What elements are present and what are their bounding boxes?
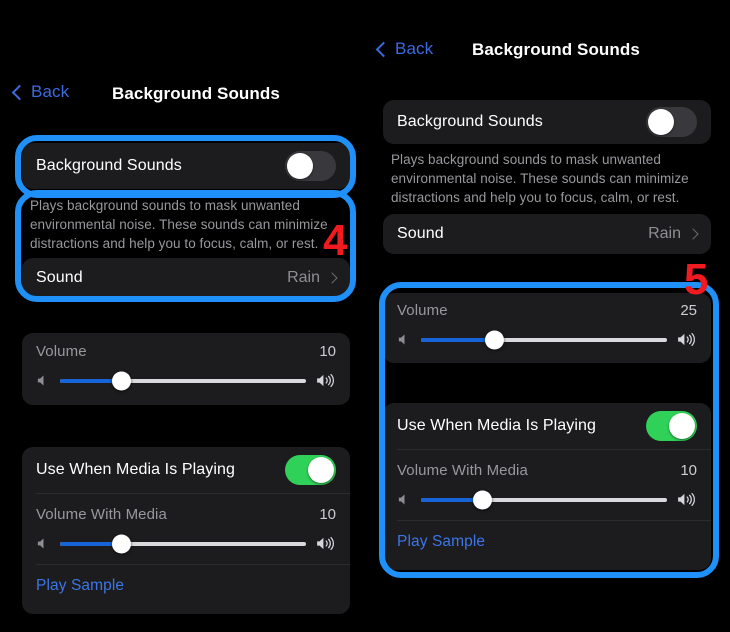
use-when-media-toggle-left[interactable]	[285, 455, 336, 485]
screenshot-panel-right: Back Background Sounds Background Sounds…	[365, 0, 730, 632]
background-sounds-footnote-left: Plays background sounds to mask unwanted…	[30, 198, 328, 251]
use-when-media-row-right[interactable]: Use When Media Is Playing	[383, 403, 711, 449]
sound-card-left: Sound Rain	[22, 258, 350, 298]
volume-with-media-value: 10	[680, 462, 697, 479]
speaker-low-icon	[37, 538, 44, 549]
sound-value: Rain	[287, 269, 320, 286]
speaker-low-icon	[398, 494, 405, 505]
volume-slider-track-left[interactable]	[60, 371, 306, 390]
media-card-right: Use When Media Is Playing Volume With Me…	[383, 403, 711, 570]
volume-header-right: Volume 25	[397, 302, 697, 319]
background-sounds-card-left: Background Sounds	[22, 143, 350, 189]
volume-slider-row-left[interactable]	[36, 371, 336, 390]
use-when-media-toggle-right[interactable]	[646, 411, 697, 441]
slider-thumb[interactable]	[473, 490, 492, 509]
volume-header-left: Volume 10	[36, 343, 336, 360]
sound-value-wrap: Rain	[648, 225, 699, 243]
chevron-left-icon	[375, 41, 392, 57]
background-sounds-label: Background Sounds	[397, 113, 543, 130]
back-button-right[interactable]: Back	[375, 39, 434, 59]
sound-row-right[interactable]: Sound Rain	[383, 214, 711, 254]
page-title-right: Background Sounds	[472, 40, 640, 59]
speaker-high-icon	[678, 492, 695, 507]
use-when-media-label: Use When Media Is Playing	[36, 461, 236, 478]
background-sounds-footnote-right: Plays background sounds to mask unwanted…	[391, 152, 689, 205]
step-marker-5: 5	[684, 255, 709, 304]
use-when-media-label: Use When Media Is Playing	[397, 417, 597, 434]
sound-label: Sound	[397, 225, 444, 242]
speaker-high-icon	[678, 332, 695, 347]
background-sounds-toggle-right[interactable]	[646, 107, 697, 137]
volume-label: Volume	[397, 302, 448, 319]
volume-with-media-slider-row-left[interactable]	[36, 534, 336, 553]
background-sounds-card-right: Background Sounds	[383, 100, 711, 144]
speaker-low-icon	[37, 375, 44, 386]
slider-thumb[interactable]	[112, 534, 131, 553]
step-marker-4: 4	[323, 216, 348, 265]
volume-with-media-header-right: Volume With Media 10	[397, 462, 697, 479]
play-sample-row-right[interactable]: Play Sample	[383, 521, 711, 563]
slider-thumb[interactable]	[112, 371, 131, 390]
background-sounds-row-right[interactable]: Background Sounds	[383, 100, 711, 144]
volume-with-media-slider-track-left[interactable]	[60, 534, 306, 553]
volume-with-media-header-left: Volume With Media 10	[36, 506, 336, 523]
volume-with-media-label: Volume With Media	[36, 506, 167, 523]
sound-value-wrap: Rain	[287, 269, 338, 287]
volume-with-media-block-right: Volume With Media 10	[383, 450, 711, 520]
page-title-left: Background Sounds	[112, 84, 280, 103]
background-sounds-row-left[interactable]: Background Sounds	[22, 143, 350, 189]
volume-label: Volume	[36, 343, 87, 360]
slider-thumb[interactable]	[485, 330, 505, 349]
sound-label: Sound	[36, 269, 83, 286]
slider-fill	[421, 337, 495, 342]
sound-card-right: Sound Rain	[383, 214, 711, 254]
screenshot-panel-left: Back Background Sounds Background Sounds…	[0, 0, 365, 632]
chevron-right-icon	[687, 228, 699, 240]
toggle-knob	[648, 109, 674, 135]
background-sounds-label: Background Sounds	[36, 157, 182, 174]
volume-with-media-slider-track-right[interactable]	[421, 490, 667, 509]
navigation-bar-right: Back Background Sounds	[365, 0, 730, 59]
back-button-left[interactable]: Back	[11, 82, 70, 102]
play-sample-row-left[interactable]: Play Sample	[22, 565, 350, 607]
play-sample-link[interactable]: Play Sample	[397, 533, 485, 551]
volume-slider-block-right: Volume 25	[383, 293, 711, 349]
volume-card-right: Volume 25	[383, 293, 711, 363]
volume-card-left: Volume 10	[22, 333, 350, 405]
volume-value: 10	[319, 343, 336, 360]
volume-with-media-slider-row-right[interactable]	[397, 490, 697, 509]
speaker-high-icon	[317, 373, 334, 388]
chevron-right-icon	[326, 272, 338, 284]
sound-value: Rain	[648, 225, 681, 242]
volume-slider-track-right[interactable]	[421, 330, 667, 349]
volume-value: 25	[680, 302, 697, 319]
back-button-label: Back	[395, 39, 434, 58]
background-sounds-toggle-left[interactable]	[285, 151, 336, 181]
toggle-knob	[287, 153, 313, 179]
play-sample-link[interactable]: Play Sample	[36, 577, 124, 595]
volume-slider-row-right[interactable]	[397, 330, 697, 349]
volume-with-media-value: 10	[319, 506, 336, 523]
volume-with-media-block-left: Volume With Media 10	[22, 494, 350, 564]
chevron-left-icon	[11, 84, 28, 100]
media-card-left: Use When Media Is Playing Volume With Me…	[22, 447, 350, 614]
toggle-knob	[308, 457, 334, 483]
volume-slider-block-left: Volume 10	[22, 333, 350, 390]
speaker-high-icon	[317, 536, 334, 551]
toggle-knob	[669, 413, 695, 439]
navigation-bar-left: Back Background Sounds	[0, 0, 365, 103]
volume-with-media-label: Volume With Media	[397, 462, 528, 479]
sound-row-left[interactable]: Sound Rain	[22, 258, 350, 298]
use-when-media-row-left[interactable]: Use When Media Is Playing	[22, 447, 350, 493]
speaker-low-icon	[398, 334, 405, 345]
back-button-label: Back	[31, 82, 70, 101]
